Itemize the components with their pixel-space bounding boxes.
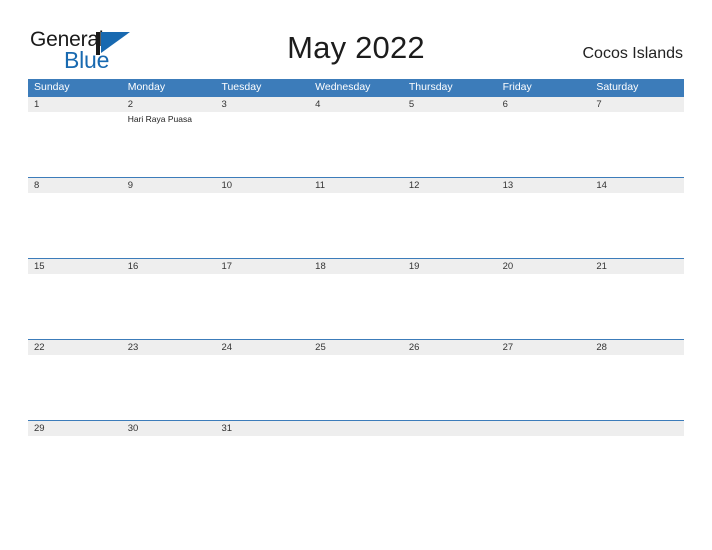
day-cell[interactable] xyxy=(403,355,497,421)
day-number[interactable]: 1 xyxy=(28,97,122,112)
day-number[interactable]: 4 xyxy=(309,97,403,112)
day-number[interactable]: 8 xyxy=(28,178,122,193)
week-event-band xyxy=(28,355,684,421)
day-cell[interactable] xyxy=(497,112,591,178)
weekday-header-tuesday: Tuesday xyxy=(221,81,262,93)
day-number[interactable]: 5 xyxy=(403,97,497,112)
calendar-page: General Blue May 2022 Cocos Islands Sund… xyxy=(0,0,712,550)
day-number[interactable]: 23 xyxy=(122,340,216,355)
calendar-week-row: 8 9 10 11 12 13 14 xyxy=(28,177,684,259)
day-cell-empty xyxy=(309,436,403,502)
day-cell[interactable] xyxy=(497,193,591,259)
day-cell[interactable] xyxy=(122,193,216,259)
day-cell[interactable] xyxy=(215,193,309,259)
day-cell[interactable] xyxy=(122,355,216,421)
weekday-header-saturday: Saturday xyxy=(596,81,639,93)
day-cell[interactable] xyxy=(215,436,309,502)
day-cell[interactable] xyxy=(497,355,591,421)
weekday-header-sunday: Sunday xyxy=(34,81,70,93)
day-cell[interactable] xyxy=(309,355,403,421)
weekday-header-thursday: Thursday xyxy=(408,81,453,93)
day-cell[interactable] xyxy=(403,112,497,178)
day-number[interactable]: 26 xyxy=(403,340,497,355)
day-number[interactable]: 2 xyxy=(122,97,216,112)
day-cell[interactable]: Hari Raya Puasa xyxy=(122,112,216,178)
day-cell[interactable] xyxy=(122,274,216,340)
day-number[interactable]: 11 xyxy=(309,178,403,193)
day-number[interactable]: 9 xyxy=(122,178,216,193)
day-cell[interactable] xyxy=(28,193,122,259)
day-number-empty xyxy=(590,421,684,436)
day-number[interactable]: 31 xyxy=(215,421,309,436)
page-header: General Blue May 2022 Cocos Islands xyxy=(28,26,684,74)
day-cell[interactable] xyxy=(28,355,122,421)
day-cell-empty xyxy=(590,436,684,502)
day-cell[interactable] xyxy=(309,193,403,259)
week-event-band: Hari Raya Puasa xyxy=(28,112,684,178)
weekday-header-friday: Friday xyxy=(502,81,532,93)
day-number[interactable]: 27 xyxy=(497,340,591,355)
day-number[interactable]: 29 xyxy=(28,421,122,436)
day-number[interactable]: 13 xyxy=(497,178,591,193)
day-cell-empty xyxy=(497,436,591,502)
calendar-week-row: 1 2 3 4 5 6 7 Hari Raya Puasa xyxy=(28,96,684,178)
day-cell[interactable] xyxy=(215,355,309,421)
week-date-band: 1 2 3 4 5 6 7 xyxy=(28,97,684,112)
day-number[interactable]: 7 xyxy=(590,97,684,112)
day-number[interactable]: 21 xyxy=(590,259,684,274)
calendar-grid: Sunday Monday Tuesday Wednesday Thursday… xyxy=(28,79,684,502)
week-date-band: 15 16 17 18 19 20 21 xyxy=(28,259,684,274)
day-number[interactable]: 30 xyxy=(122,421,216,436)
week-date-band: 8 9 10 11 12 13 14 xyxy=(28,178,684,193)
week-event-band xyxy=(28,274,684,340)
day-number[interactable]: 20 xyxy=(497,259,591,274)
day-number[interactable]: 10 xyxy=(215,178,309,193)
weekday-header-wednesday: Wednesday xyxy=(315,81,371,93)
day-number-empty xyxy=(497,421,591,436)
day-number[interactable]: 24 xyxy=(215,340,309,355)
calendar-week-row: 29 30 31 xyxy=(28,420,684,502)
calendar-week-row: 15 16 17 18 19 20 21 xyxy=(28,258,684,340)
week-date-band: 22 23 24 25 26 27 28 xyxy=(28,340,684,355)
day-number[interactable]: 15 xyxy=(28,259,122,274)
day-cell[interactable] xyxy=(215,274,309,340)
day-cell[interactable] xyxy=(590,112,684,178)
day-cell-empty xyxy=(403,436,497,502)
day-cell[interactable] xyxy=(309,274,403,340)
day-number[interactable]: 17 xyxy=(215,259,309,274)
day-number[interactable]: 6 xyxy=(497,97,591,112)
week-event-band xyxy=(28,193,684,259)
day-cell[interactable] xyxy=(497,274,591,340)
day-number[interactable]: 28 xyxy=(590,340,684,355)
day-cell[interactable] xyxy=(28,112,122,178)
day-number[interactable]: 18 xyxy=(309,259,403,274)
weekday-header-row: Sunday Monday Tuesday Wednesday Thursday… xyxy=(28,79,684,96)
day-number[interactable]: 22 xyxy=(28,340,122,355)
day-cell[interactable] xyxy=(403,274,497,340)
event-label: Hari Raya Puasa xyxy=(127,114,192,124)
day-number[interactable]: 19 xyxy=(403,259,497,274)
week-event-band xyxy=(28,436,684,502)
day-cell[interactable] xyxy=(590,355,684,421)
calendar-week-row: 22 23 24 25 26 27 28 xyxy=(28,339,684,421)
day-cell[interactable] xyxy=(309,112,403,178)
day-number[interactable]: 14 xyxy=(590,178,684,193)
weekday-header-monday: Monday xyxy=(127,81,166,93)
day-cell[interactable] xyxy=(122,436,216,502)
day-number[interactable]: 3 xyxy=(215,97,309,112)
day-number-empty xyxy=(403,421,497,436)
day-cell[interactable] xyxy=(215,112,309,178)
day-number-empty xyxy=(309,421,403,436)
day-cell[interactable] xyxy=(403,193,497,259)
day-number[interactable]: 12 xyxy=(403,178,497,193)
day-cell[interactable] xyxy=(28,274,122,340)
day-cell[interactable] xyxy=(28,436,122,502)
day-number[interactable]: 16 xyxy=(122,259,216,274)
day-cell[interactable] xyxy=(590,193,684,259)
day-cell[interactable] xyxy=(590,274,684,340)
region-label: Cocos Islands xyxy=(582,45,684,62)
day-number[interactable]: 25 xyxy=(309,340,403,355)
week-date-band: 29 30 31 xyxy=(28,421,684,436)
